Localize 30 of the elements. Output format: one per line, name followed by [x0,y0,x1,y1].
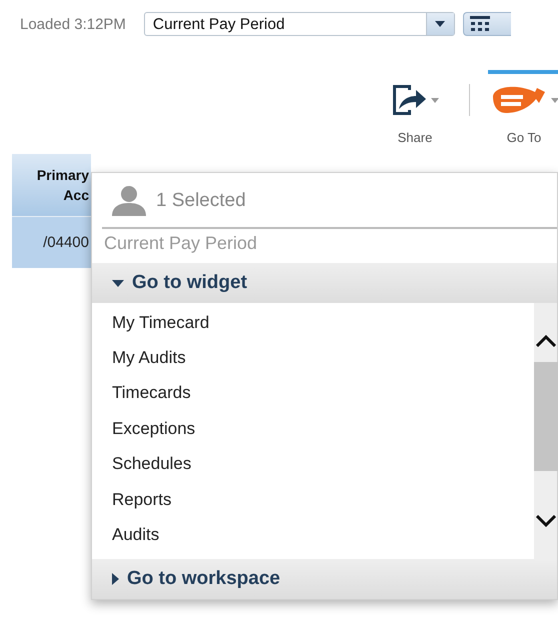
loaded-time: Loaded 3:12PM [20,16,126,32]
period-label: Current Pay Period [103,232,258,255]
table-cell: /04400 [12,216,91,268]
dropdown-button[interactable] [426,13,454,35]
selection-count: 1 Selected [156,190,246,212]
share-icon [391,83,427,117]
menu-item[interactable]: My Audits [112,340,534,376]
go-to-button[interactable]: Go To [484,70,558,145]
menu-item[interactable]: Exceptions [112,411,534,447]
scroll-up-icon[interactable] [536,335,556,347]
period-select[interactable]: Current Pay Period [144,12,455,36]
share-button[interactable]: Share [375,70,455,145]
scrollbar[interactable] [534,303,557,559]
section-header[interactable]: Go to widget [92,263,557,303]
caret-icon [112,573,119,585]
column-header: Primary Acc [12,154,91,216]
caret-icon [431,98,439,102]
caret-icon [435,21,446,27]
calendar-icon [470,16,490,32]
scroll-down-icon[interactable] [536,515,556,527]
caret-icon [551,98,558,102]
person-icon [110,185,148,217]
menu-item[interactable]: Schedules [112,446,534,482]
caret-icon [112,280,124,286]
menu-item[interactable]: Timecards [112,376,534,412]
menu-item[interactable]: My Timecard [112,305,534,340]
section-header[interactable]: Go to workspace [92,559,557,599]
menu-item[interactable]: Audits [112,517,534,553]
calendar-button[interactable] [462,12,511,36]
menu-item[interactable]: Reports [112,482,534,518]
